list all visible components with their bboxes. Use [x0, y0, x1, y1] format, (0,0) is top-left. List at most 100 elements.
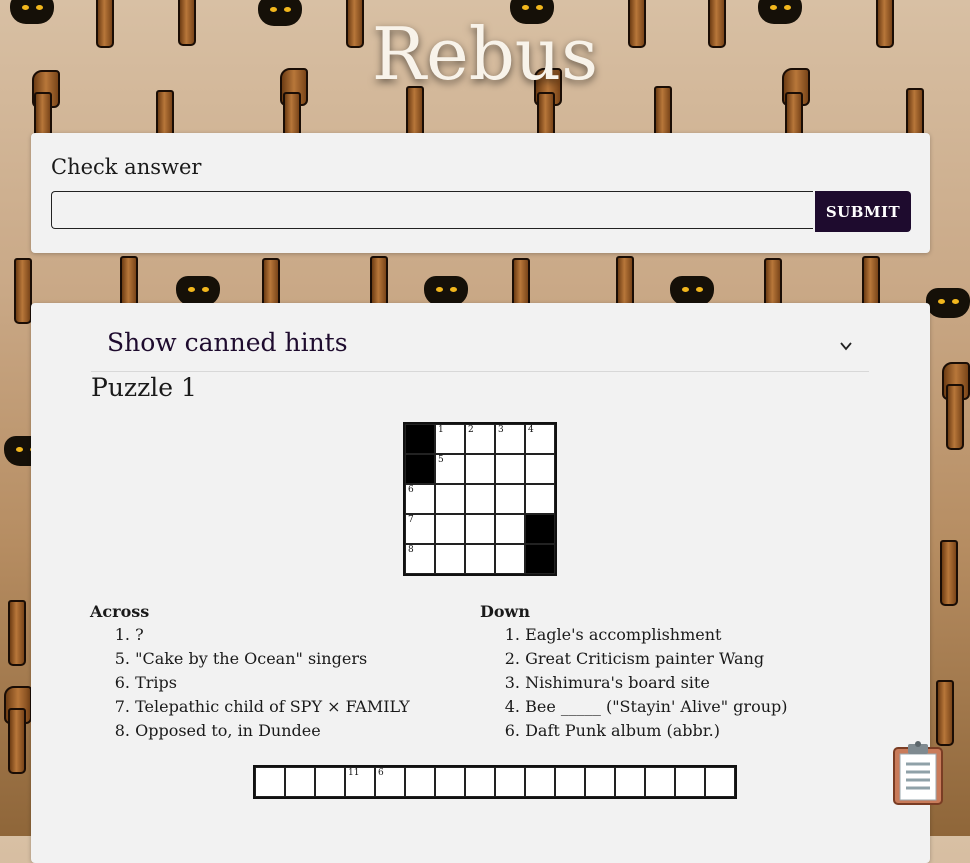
down-clue-list: 1. Eagle's accomplishment 2. Great Critic…	[480, 623, 860, 743]
answer-input[interactable]	[51, 191, 813, 229]
clue-number: 1.	[114, 625, 130, 644]
down-heading: Down	[480, 602, 530, 621]
clue-text: Eagle's accomplishment	[520, 625, 722, 644]
check-answer-label: Check answer	[51, 155, 202, 179]
mask-decoration	[670, 276, 714, 306]
answer-strip-cell[interactable]	[255, 767, 285, 797]
clue-text: Opposed to, in Dundee	[130, 721, 321, 740]
answer-strip-cell[interactable]	[585, 767, 615, 797]
post-decoration	[8, 708, 26, 774]
grid-cell[interactable]: 6	[405, 484, 435, 514]
grid-cell-black	[405, 454, 435, 484]
grid-cell-number: 5	[438, 455, 444, 465]
grid-cell[interactable]: 5	[435, 454, 465, 484]
grid-cell[interactable]	[465, 454, 495, 484]
across-heading: Across	[90, 602, 150, 621]
answer-strip-cell[interactable]	[285, 767, 315, 797]
show-hints-label: Show canned hints	[107, 328, 348, 357]
answer-strip-cell[interactable]: 6	[375, 767, 405, 797]
show-hints-toggle[interactable]: Show canned hints	[91, 319, 869, 372]
grid-cell[interactable]	[495, 514, 525, 544]
grid-cell-number: 7	[408, 515, 414, 525]
answer-strip-cell[interactable]	[525, 767, 555, 797]
grid-cell[interactable]	[465, 544, 495, 574]
down-clue: 2. Great Criticism painter Wang	[480, 647, 860, 671]
grid-cell[interactable]	[495, 454, 525, 484]
grid-cell-number: 6	[408, 485, 414, 495]
down-clue: 3. Nishimura's board site	[480, 671, 860, 695]
clue-text: "Cake by the Ocean" singers	[130, 649, 368, 668]
down-clue: 1. Eagle's accomplishment	[480, 623, 860, 647]
clue-text: Daft Punk album (abbr.)	[520, 721, 720, 740]
post-decoration	[936, 680, 954, 746]
grid-cell[interactable]: 1	[435, 424, 465, 454]
grid-cell[interactable]	[435, 544, 465, 574]
clue-number: 1.	[504, 625, 520, 644]
across-clue: 7. Telepathic child of SPY × FAMILY	[90, 695, 470, 719]
mask-decoration	[926, 288, 970, 318]
mask-decoration	[424, 276, 468, 306]
answer-strip-cell[interactable]	[495, 767, 525, 797]
crossword-grid: 1 2 3 4 5 6 7 8	[403, 422, 557, 576]
clue-number: 2.	[504, 649, 520, 668]
grid-cell[interactable]	[525, 484, 555, 514]
answer-strip-cell[interactable]	[555, 767, 585, 797]
clue-text: Nishimura's board site	[520, 673, 710, 692]
grid-cell[interactable]	[435, 484, 465, 514]
clue-text: Telepathic child of SPY × FAMILY	[130, 697, 410, 716]
down-clue: 4. Bee _____ ("Stayin' Alive" group)	[480, 695, 860, 719]
across-clue: 1. ?	[90, 623, 470, 647]
mask-decoration	[176, 276, 220, 306]
across-clue: 6. Trips	[90, 671, 470, 695]
answer-strip-number: 11	[348, 768, 360, 778]
grid-cell[interactable]: 8	[405, 544, 435, 574]
check-answer-card: Check answer SUBMIT	[31, 133, 930, 253]
down-clues: Down 1. Eagle's accomplishment 2. Great C…	[480, 602, 860, 743]
grid-cell-number: 4	[528, 425, 534, 435]
down-clue: 6. Daft Punk album (abbr.)	[480, 719, 860, 743]
grid-cell-black	[525, 514, 555, 544]
answer-strip-cell[interactable]	[705, 767, 735, 797]
grid-cell[interactable]: 2	[465, 424, 495, 454]
answer-strip-cell[interactable]	[675, 767, 705, 797]
grid-cell[interactable]	[525, 454, 555, 484]
chevron-down-icon	[840, 342, 852, 351]
grid-cell[interactable]: 3	[495, 424, 525, 454]
grid-cell-black	[405, 424, 435, 454]
grid-cell-number: 1	[438, 425, 444, 435]
across-clue: 8. Opposed to, in Dundee	[90, 719, 470, 743]
clue-number: 6.	[504, 721, 520, 740]
clue-number: 8.	[114, 721, 130, 740]
puzzle-card: Show canned hints Puzzle 1 1 2 3 4 5 6 7 8 Acro…	[31, 303, 930, 863]
grid-cell[interactable]	[465, 484, 495, 514]
clipboard-button[interactable]	[890, 740, 946, 808]
answer-strip-cell[interactable]	[645, 767, 675, 797]
clue-text: Bee _____ ("Stayin' Alive" group)	[520, 697, 788, 716]
grid-cell[interactable]	[495, 544, 525, 574]
puzzle-title: Puzzle 1	[91, 373, 197, 402]
grid-cell[interactable]	[435, 514, 465, 544]
answer-strip-cell[interactable]: 11	[345, 767, 375, 797]
grid-cell[interactable]	[495, 484, 525, 514]
clue-text: Great Criticism painter Wang	[520, 649, 765, 668]
clue-number: 3.	[504, 673, 520, 692]
answer-strip-cell[interactable]	[435, 767, 465, 797]
answer-strip-cell[interactable]	[405, 767, 435, 797]
grid-cell-black	[525, 544, 555, 574]
clue-text: Trips	[130, 673, 177, 692]
grid-cell-number: 3	[498, 425, 504, 435]
across-clue: 5. "Cake by the Ocean" singers	[90, 647, 470, 671]
clue-number: 4.	[504, 697, 520, 716]
grid-cell[interactable]: 4	[525, 424, 555, 454]
answer-strip: 11 6	[253, 765, 737, 799]
clipboard-icon	[893, 741, 943, 805]
clue-number: 7.	[114, 697, 130, 716]
answer-strip-number: 6	[378, 768, 384, 778]
answer-strip-cell[interactable]	[615, 767, 645, 797]
answer-strip-cell[interactable]	[465, 767, 495, 797]
grid-cell[interactable]: 7	[405, 514, 435, 544]
across-clue-list: 1. ? 5. "Cake by the Ocean" singers 6. Tri…	[90, 623, 470, 743]
answer-strip-cell[interactable]	[315, 767, 345, 797]
submit-button[interactable]: SUBMIT	[815, 191, 911, 232]
grid-cell[interactable]	[465, 514, 495, 544]
